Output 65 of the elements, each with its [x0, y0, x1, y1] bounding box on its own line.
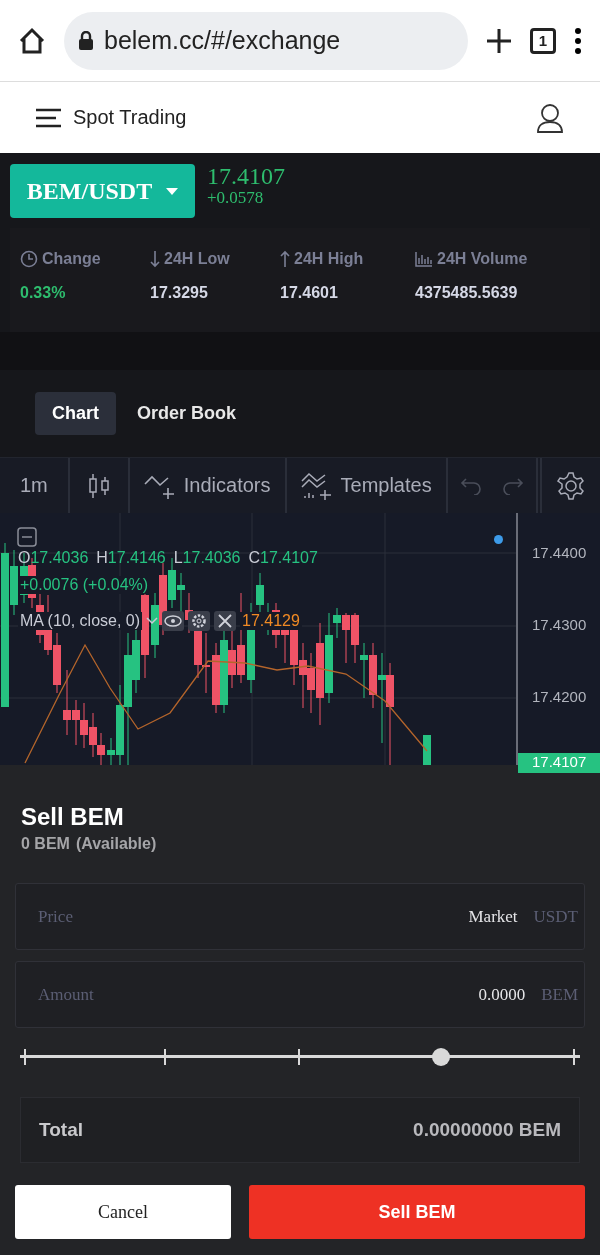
stat-value: 0.33% — [20, 284, 67, 302]
chevron-down-icon[interactable] — [146, 617, 159, 625]
stat-value: 4375485.5639 — [415, 284, 519, 302]
stat-label: 24H High — [294, 250, 364, 268]
amount-slider[interactable] — [20, 1047, 580, 1067]
eye-icon[interactable] — [162, 611, 185, 631]
candlestick-icon — [87, 472, 110, 499]
stat-value: 17.4601 — [280, 284, 339, 302]
clock-icon — [20, 250, 38, 268]
field-value[interactable]: 0.0000 — [377, 983, 528, 1006]
plus-icon[interactable] — [486, 27, 512, 54]
status-dot-icon — [494, 535, 503, 544]
caret-icon — [166, 187, 179, 195]
stat-label: Change — [42, 250, 101, 268]
order-field[interactable]: Price Market USDT — [15, 883, 585, 950]
ma-value: 17.4129 — [240, 612, 302, 630]
ma-label: MA (10, close, 0) — [18, 612, 143, 630]
ohlc-value: C17.4107 — [248, 549, 318, 567]
arrow-down-icon — [150, 250, 160, 268]
available-note: (Available) — [75, 835, 157, 853]
settings-icon[interactable] — [188, 611, 211, 631]
bar-chart-icon — [415, 251, 433, 267]
axis-label: 17.4400 — [532, 544, 587, 561]
submit-button[interactable]: Sell BEM — [249, 1185, 585, 1239]
settings-icon — [556, 470, 586, 501]
templates-icon — [300, 471, 333, 500]
more-icon[interactable] — [574, 27, 582, 54]
url-bar[interactable]: belem.cc/#/exchange — [64, 11, 468, 70]
last-price: 17.4107 — [207, 164, 285, 188]
user-icon[interactable] — [536, 102, 564, 133]
arrow-up-icon — [280, 250, 290, 268]
page-title: Spot Trading — [73, 106, 188, 129]
stat-label: 24H Volume — [437, 250, 528, 268]
ohlc-value: O17.4036 — [18, 549, 89, 567]
field-label: Amount — [38, 984, 95, 1005]
field-unit: USDT — [533, 906, 578, 927]
order-title: Sell BEM — [20, 803, 125, 831]
field-unit: BEM — [541, 984, 578, 1005]
total-value: 0.00000000 BEM — [413, 1119, 561, 1141]
tab-count[interactable]: 1 — [530, 27, 556, 54]
field-value[interactable]: Market — [369, 905, 520, 928]
home-icon[interactable] — [18, 26, 46, 55]
ohlc-value: H17.4146 — [96, 549, 166, 567]
slider-thumb[interactable] — [431, 1048, 450, 1066]
last-price-tag: 17.4107 — [518, 753, 600, 773]
order-field[interactable]: Amount 0.0000 BEM — [15, 961, 585, 1028]
lock-icon — [78, 30, 94, 51]
ohlc-value: L17.4036 — [173, 549, 241, 567]
axis-label: 17.4200 — [532, 688, 587, 705]
axis-label: 17.4300 — [532, 616, 587, 633]
available-balance: 0 BEM — [21, 835, 70, 853]
price-change: +0.0578 — [207, 188, 265, 208]
cancel-button[interactable]: Cancel — [15, 1185, 231, 1239]
close-icon[interactable] — [214, 611, 237, 631]
menu-icon[interactable] — [36, 107, 61, 128]
candle-change: +0.0076 (+0.04%) — [18, 576, 151, 594]
stat-label: 24H Low — [164, 250, 230, 268]
view-tab[interactable]: Chart — [35, 392, 116, 435]
total-label: Total — [39, 1119, 83, 1141]
candlestick — [423, 734, 431, 765]
field-label: Price — [38, 906, 74, 927]
stat-value: 17.3295 — [150, 284, 209, 302]
view-tab[interactable]: Order Book — [120, 392, 254, 435]
collapse-icon[interactable] — [17, 527, 37, 547]
url-text: belem.cc/#/exchange — [104, 26, 341, 55]
